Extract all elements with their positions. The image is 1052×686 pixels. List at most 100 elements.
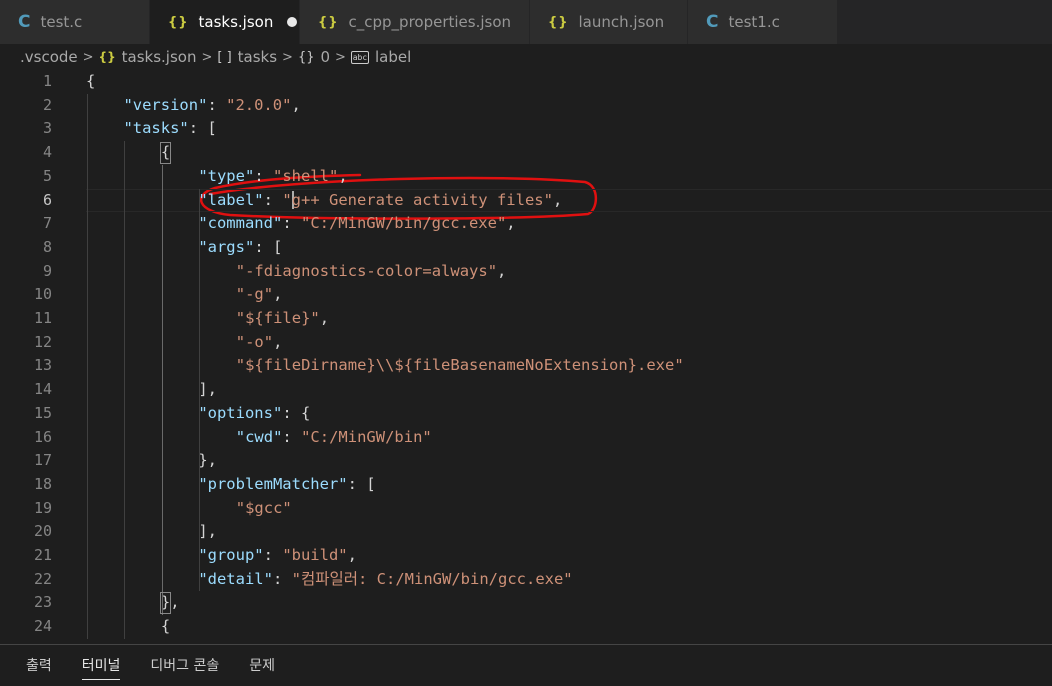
tab-test1-c[interactable]: Ctest1.c (688, 0, 838, 44)
chevron-right-icon: > (201, 49, 213, 65)
code-line[interactable]: 22 "detail": "컴파일러: C:/MinGW/bin/gcc.exe" (0, 568, 1052, 592)
code-line[interactable]: 15 "options": { (0, 402, 1052, 426)
code-line[interactable]: 4{ (0, 141, 1052, 165)
object-symbol-icon: {} (297, 49, 315, 65)
code-line[interactable]: 20], (0, 520, 1052, 544)
line-number: 9 (42, 261, 52, 280)
json-punctuation: , (338, 166, 348, 185)
code-line[interactable]: 24 { (0, 615, 1052, 639)
json-key: "group" (198, 546, 264, 564)
code-line[interactable]: 16 "cwd": "C:/MinGW/bin" (0, 426, 1052, 450)
code-line[interactable]: 1{ (0, 70, 1052, 94)
json-key: "problemMatcher" (198, 474, 348, 493)
line-number: 15 (33, 403, 52, 422)
json-punctuation: : (263, 546, 283, 564)
line-number: 21 (33, 546, 52, 564)
breadcrumb-item[interactable]: {} 0 (298, 48, 330, 66)
code-line[interactable]: 11 "${file}", (0, 307, 1052, 331)
panel-tab[interactable]: 출력 (26, 645, 52, 686)
code-text: "${fileDirname}\\${fileBasenameNoExtensi… (236, 354, 684, 378)
code-line[interactable]: 14], (0, 378, 1052, 402)
code-line[interactable]: 10 "-g", (0, 283, 1052, 307)
tab-tasks-json[interactable]: {} tasks.json (150, 0, 300, 44)
breadcrumb-label: tasks (237, 48, 278, 66)
json-string: "C:/MinGW/bin" (301, 427, 432, 446)
line-number: 7 (42, 214, 52, 233)
code-editor[interactable]: 1{2 "version": "2.0.0", 3 "tasks": [4{5 "typ… (0, 70, 1052, 644)
tab-test-c[interactable]: Ctest.c (0, 0, 150, 44)
json-punctuation: , (347, 546, 357, 564)
json-punctuation: , (497, 261, 507, 280)
code-line[interactable]: 9 "-fdiagnostics-color=always", (0, 260, 1052, 284)
code-line[interactable]: 5 "type": "shell", (0, 165, 1052, 189)
json-key: "options" (198, 403, 283, 422)
json-punctuation: , (273, 332, 283, 351)
tab-label: c_cpp_properties.json (348, 13, 512, 31)
code-line[interactable]: 19 "$gcc" (0, 497, 1052, 521)
json-key: "type" (198, 166, 255, 185)
array-symbol-icon: [ ] (217, 49, 232, 65)
indent-guide (124, 141, 126, 639)
breadcrumb: .vscode >{} tasks.json >[ ] tasks >{} 0 > abc lab… (0, 44, 1052, 70)
json-punctuation: }, (198, 451, 217, 470)
code-text: "cwd": "C:/MinGW/bin" (236, 426, 432, 450)
json-punctuation: : [ (254, 237, 283, 256)
line-number: 13 (33, 356, 52, 375)
json-string: "${fileDirname}\\${fileBasenameNoExtensi… (235, 356, 684, 375)
breadcrumb-item[interactable]: .vscode (20, 48, 78, 66)
json-key: "version" (123, 95, 208, 114)
code-text: "version": "2.0.0", (123, 94, 300, 118)
tab-launch-json[interactable]: {} launch.json (530, 0, 688, 44)
tab-c-cpp-properties-json[interactable]: {} c_cpp_properties.json (300, 0, 530, 44)
json-string: "-g" (235, 285, 274, 304)
code-line[interactable]: 13 "${fileDirname}\\${fileBasenameNoExten… (0, 354, 1052, 378)
code-line[interactable]: 23}, (0, 591, 1052, 615)
breadcrumb-item[interactable]: [ ] tasks (217, 48, 277, 66)
chevron-right-icon: > (82, 49, 94, 65)
unsaved-dot-icon[interactable] (287, 17, 298, 27)
line-number: 17 (33, 451, 52, 470)
code-line[interactable]: 12 "-o", (0, 331, 1052, 355)
c-file-icon: C (18, 12, 31, 32)
code-text: "label": "g++ Generate activity files", (198, 189, 562, 213)
code-line[interactable]: 18 "problemMatcher": [ (0, 473, 1052, 497)
line-number: 6 (42, 190, 52, 209)
line-number: 8 (42, 237, 52, 256)
breadcrumb-item[interactable]: {} tasks.json (99, 48, 197, 66)
json-string: "$gcc" (235, 498, 292, 517)
json-string: "shell" (272, 166, 339, 185)
code-line[interactable]: 7 "command": "C:/MinGW/bin/gcc.exe", (0, 212, 1052, 236)
code-text: { (86, 70, 95, 94)
indent-guide (199, 188, 201, 592)
code-text: "group": "build", (198, 544, 357, 568)
code-line[interactable]: 2 "version": "2.0.0", (0, 94, 1052, 118)
string-symbol-icon: abc (350, 50, 369, 64)
code-text: ], (198, 520, 217, 544)
json-punctuation: : (263, 190, 283, 209)
bracket-match-highlight (159, 592, 172, 615)
code-line[interactable]: 17}, (0, 449, 1052, 473)
code-line[interactable]: 21 "group": "build", (0, 544, 1052, 568)
code-line[interactable]: 6 "label": "g++ Generate activity files", (0, 188, 1052, 213)
line-number: 11 (33, 309, 52, 327)
code-line[interactable]: 3 "tasks": [ (0, 117, 1052, 141)
panel-tab[interactable]: 디버그 콘솔 (150, 645, 219, 686)
code-line[interactable]: 8 "args": [ (0, 236, 1052, 260)
line-number: 16 (33, 427, 52, 446)
line-number: 18 (33, 474, 52, 493)
json-file-icon: {} (168, 14, 189, 30)
breadcrumb-item[interactable]: abc label (350, 48, 411, 66)
json-string: "build" (282, 546, 348, 564)
c-file-icon: C (706, 12, 719, 32)
code-text: "type": "shell", (198, 165, 347, 189)
panel-tab[interactable]: 터미널 (81, 645, 120, 686)
panel-tab[interactable]: 문제 (249, 645, 275, 686)
tab-label: tasks.json (198, 13, 274, 31)
json-key: "cwd" (235, 427, 283, 446)
line-number: 20 (33, 522, 52, 541)
bottom-panel-tabs: 출력 터미널 디버그 콘솔 문제 (0, 644, 1052, 685)
code-text: "problemMatcher": [ (198, 473, 375, 497)
json-string: " (282, 190, 292, 209)
json-key: "detail" (198, 569, 273, 588)
line-number: 19 (33, 498, 52, 517)
